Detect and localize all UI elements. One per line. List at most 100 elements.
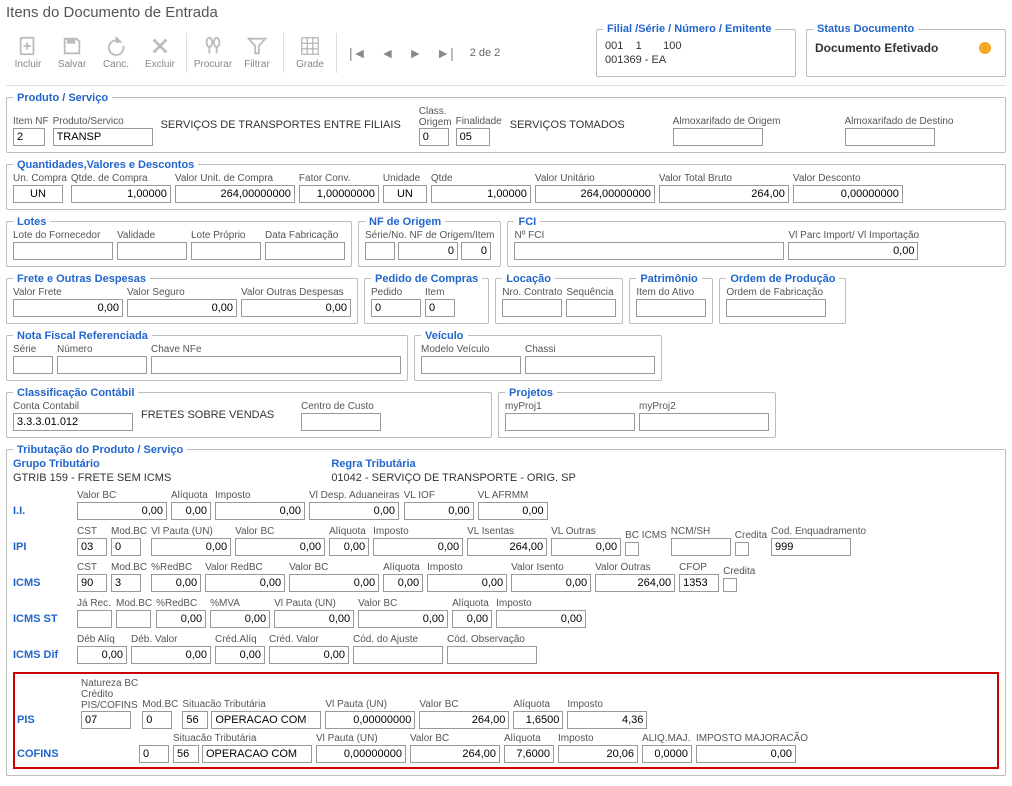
icmsst-pctredbc-input[interactable] — [156, 610, 206, 628]
icmsdif-debaliq-input[interactable] — [77, 646, 127, 664]
ii-aliq-input[interactable] — [171, 502, 211, 520]
icms-isento-input[interactable] — [511, 574, 591, 592]
ipi-credita-checkbox[interactable] — [735, 542, 749, 556]
nofci-input[interactable] — [514, 242, 784, 260]
ipi-ncm-input[interactable] — [671, 538, 731, 556]
cofins-sittrib-desc-input[interactable] — [202, 745, 312, 763]
ipi-valorbc-input[interactable] — [235, 538, 325, 556]
cofins-aliqmaj-input[interactable] — [642, 745, 692, 763]
grade-button[interactable]: Grade — [288, 27, 332, 79]
nfref-serie-input[interactable] — [13, 356, 53, 374]
nav-prev-button[interactable]: ◄ — [377, 45, 399, 61]
icmsst-modbc-input[interactable] — [116, 610, 151, 628]
icmsst-jarec-input[interactable] — [77, 610, 112, 628]
icms-pctredbc-input[interactable] — [151, 574, 201, 592]
nav-next-button[interactable]: ► — [404, 45, 426, 61]
valor-desc-input[interactable] — [793, 185, 903, 203]
item-nf-input[interactable] — [13, 128, 45, 146]
finalidade-input[interactable] — [456, 128, 490, 146]
icms-valorbc-input[interactable] — [289, 574, 379, 592]
pis-valorbc-input[interactable] — [419, 711, 509, 729]
pis-aliq-input[interactable] — [513, 711, 563, 729]
chassi-input[interactable] — [525, 356, 655, 374]
modelo-input[interactable] — [421, 356, 521, 374]
icms-outras-input[interactable] — [595, 574, 675, 592]
icmsst-pauta-input[interactable] — [274, 610, 354, 628]
icms-cfop-input[interactable] — [679, 574, 719, 592]
icmsst-valorbc-input[interactable] — [358, 610, 448, 628]
validade-input[interactable] — [117, 242, 187, 260]
pis-sittrib-desc-input[interactable] — [211, 711, 321, 729]
icmsst-pctmva-input[interactable] — [210, 610, 270, 628]
ii-despaduan-input[interactable] — [309, 502, 399, 520]
ipi-codenq-input[interactable] — [771, 538, 851, 556]
cofins-modbc-input[interactable] — [139, 745, 169, 763]
ii-imposto-input[interactable] — [215, 502, 305, 520]
cofins-imposto-input[interactable] — [558, 745, 638, 763]
ii-valorbc-input[interactable] — [77, 502, 167, 520]
icmsdif-debvalor-input[interactable] — [131, 646, 211, 664]
cofins-impmaj-input[interactable] — [696, 745, 796, 763]
cofins-aliq-input[interactable] — [504, 745, 554, 763]
sequencia-input[interactable] — [566, 299, 616, 317]
icms-credita-checkbox[interactable] — [723, 578, 737, 592]
canc-button[interactable]: Canc. — [94, 27, 138, 79]
nforigem-serie-input[interactable] — [365, 242, 395, 260]
excluir-button[interactable]: Excluir — [138, 27, 182, 79]
ii-afrmm-input[interactable] — [478, 502, 548, 520]
ipi-imposto-input[interactable] — [373, 538, 463, 556]
nforigem-no-input[interactable] — [398, 242, 458, 260]
valor-frete-input[interactable] — [13, 299, 123, 317]
pis-natbc-input[interactable] — [81, 711, 131, 729]
icms-cst-input[interactable] — [77, 574, 107, 592]
lote-forn-input[interactable] — [13, 242, 113, 260]
qtde-input[interactable] — [431, 185, 531, 203]
valor-total-input[interactable] — [659, 185, 789, 203]
pis-imposto-input[interactable] — [567, 711, 647, 729]
nfref-chave-input[interactable] — [151, 356, 401, 374]
fator-conv-input[interactable] — [299, 185, 379, 203]
un-compra-input[interactable] — [13, 185, 63, 203]
icmsst-aliq-input[interactable] — [452, 610, 492, 628]
icmsst-imposto-input[interactable] — [496, 610, 586, 628]
conta-input[interactable] — [13, 413, 133, 431]
filtrar-button[interactable]: Filtrar — [235, 27, 279, 79]
icms-imposto-input[interactable] — [427, 574, 507, 592]
pedido-input[interactable] — [371, 299, 421, 317]
item-ativo-input[interactable] — [636, 299, 706, 317]
salvar-button[interactable]: Salvar — [50, 27, 94, 79]
cofins-pauta-input[interactable] — [316, 745, 406, 763]
nav-last-button[interactable]: ►| — [432, 45, 458, 61]
ipi-isentas-input[interactable] — [467, 538, 547, 556]
icmsdif-codajuste-input[interactable] — [353, 646, 443, 664]
cofins-valorbc-input[interactable] — [410, 745, 500, 763]
vlparc-input[interactable] — [788, 242, 918, 260]
proj2-input[interactable] — [639, 413, 769, 431]
procurar-button[interactable]: Procurar — [191, 27, 235, 79]
icmsdif-credaliq-input[interactable] — [215, 646, 265, 664]
icms-modbc-input[interactable] — [111, 574, 141, 592]
nfref-numero-input[interactable] — [57, 356, 147, 374]
almox-origem-input[interactable] — [673, 128, 763, 146]
produto-input[interactable] — [53, 128, 153, 146]
ii-iof-input[interactable] — [404, 502, 474, 520]
unidade-input[interactable] — [383, 185, 427, 203]
icmsdif-credvalor-input[interactable] — [269, 646, 349, 664]
incluir-button[interactable]: Incluir — [6, 27, 50, 79]
ipi-bcicms-checkbox[interactable] — [625, 542, 639, 556]
qtde-compra-input[interactable] — [71, 185, 171, 203]
icmsdif-codobs-input[interactable] — [447, 646, 537, 664]
pis-modbc-input[interactable] — [142, 711, 172, 729]
class-origem-input[interactable] — [419, 128, 449, 146]
cofins-sittrib-cod-input[interactable] — [173, 745, 199, 763]
icms-aliq-input[interactable] — [383, 574, 423, 592]
ipi-outras-input[interactable] — [551, 538, 621, 556]
ipi-modbc-input[interactable] — [111, 538, 141, 556]
ipi-cst-input[interactable] — [77, 538, 107, 556]
nro-contrato-input[interactable] — [502, 299, 562, 317]
nforigem-item-input[interactable] — [461, 242, 491, 260]
ipi-pauta-input[interactable] — [151, 538, 231, 556]
centro-input[interactable] — [301, 413, 381, 431]
valor-unitario-input[interactable] — [535, 185, 655, 203]
nav-first-button[interactable]: |◄ — [345, 45, 371, 61]
